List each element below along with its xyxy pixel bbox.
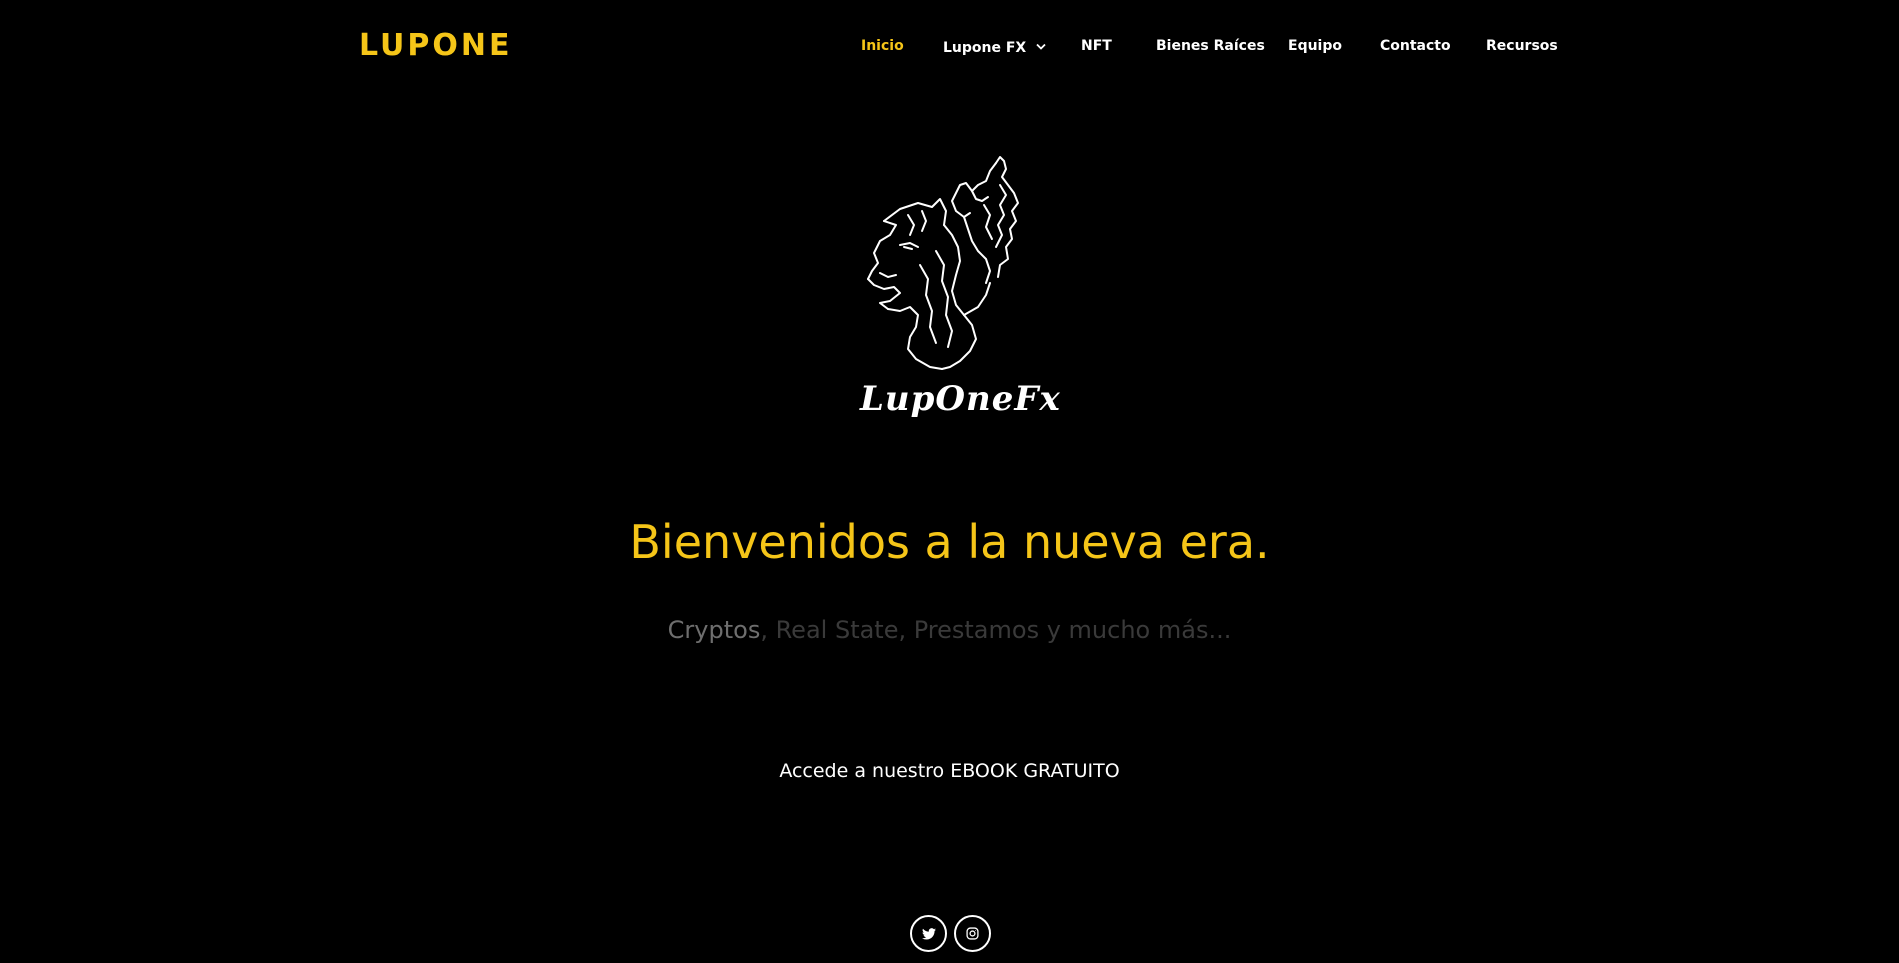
hero-subtitle-highlight: Cryptos bbox=[667, 616, 761, 644]
hero-subtitle-rest: , Real State, Prestamos y mucho más... bbox=[760, 616, 1232, 644]
nav-item-label: Lupone FX bbox=[943, 40, 1027, 56]
twitter-icon bbox=[921, 927, 936, 940]
nav-item-nft[interactable]: NFT bbox=[1081, 36, 1112, 56]
twitter-button[interactable] bbox=[910, 915, 947, 952]
page: LUPONE Inicio Lupone FX NFT Bienes Raíce… bbox=[0, 0, 1899, 963]
nav-item-contacto[interactable]: Contacto bbox=[1380, 36, 1451, 56]
hero-title: Bienvenidos a la nueva era. bbox=[629, 515, 1270, 569]
chevron-down-icon bbox=[1036, 36, 1046, 56]
nav-item-recursos[interactable]: Recursos bbox=[1486, 36, 1558, 56]
instagram-button[interactable] bbox=[954, 915, 991, 952]
main-nav: Inicio Lupone FX NFT Bienes Raíces Equip… bbox=[0, 36, 1899, 58]
nav-item-lupone-fx[interactable]: Lupone FX bbox=[943, 36, 1046, 58]
hero-subtitle: Cryptos, Real State, Prestamos y mucho m… bbox=[0, 614, 1899, 646]
nav-item-equipo[interactable]: Equipo bbox=[1288, 36, 1342, 56]
wolf-head-icon bbox=[867, 156, 1019, 370]
hero-logo: LupOneFx bbox=[860, 155, 1061, 430]
nav-item-inicio[interactable]: Inicio bbox=[861, 36, 904, 56]
logo-wordmark: LupOneFx bbox=[860, 379, 1061, 419]
ebook-link[interactable]: Accede a nuestro EBOOK GRATUITO bbox=[0, 758, 1899, 784]
nav-item-bienes-raices[interactable]: Bienes Raíces bbox=[1156, 36, 1265, 56]
instagram-icon bbox=[966, 927, 979, 940]
site-header: LUPONE Inicio Lupone FX NFT Bienes Raíce… bbox=[0, 0, 1899, 92]
